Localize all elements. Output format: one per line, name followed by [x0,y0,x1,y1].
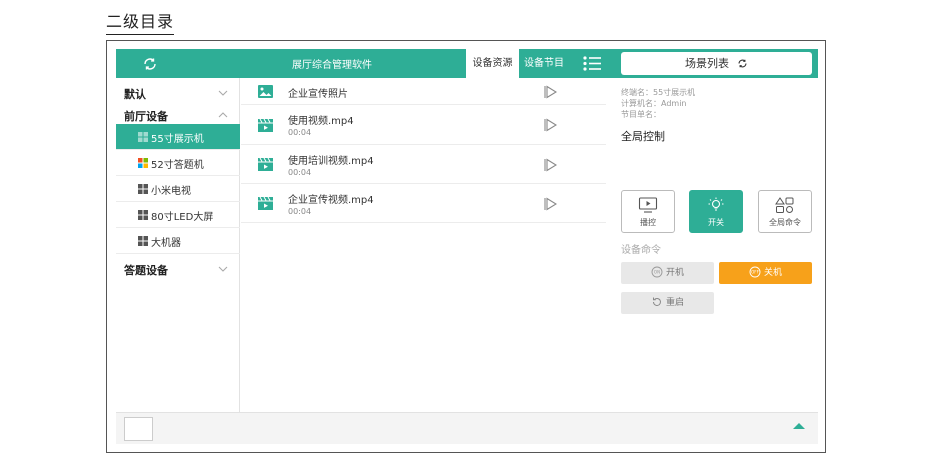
list-item[interactable]: 使用培训视频.mp4 00:04 [241,145,606,184]
sidebar-item-52-answer[interactable]: 52寸答题机 [116,150,240,176]
program-list-name: 节目单名： [621,110,661,119]
tab-device-programs[interactable]: 设备节目 [520,49,568,78]
chevron-up-icon[interactable] [218,111,228,119]
resource-list: 企业宣传照片 使用视频.mp4 00:04 使用培训视频.mp4 00:04 企… [241,78,606,412]
file-duration: 00:04 [288,168,312,177]
global-command-button[interactable]: 全局命令 [758,190,812,233]
triangle-up-icon[interactable] [792,421,806,431]
power-off-icon: OFF [749,266,761,278]
file-name: 企业宣传照片 [288,89,348,100]
device-command-title: 设备命令 [621,245,661,256]
list-item[interactable]: 企业宣传照片 [241,78,606,105]
shapes-icon [775,197,794,213]
scene-list-label: 场景列表 [685,57,729,70]
top-bar: 展厅综合管理软件 设备资源 设备节目 场景列表 [116,49,818,78]
power-off-button[interactable]: OFF 关机 [719,262,812,284]
image-icon [258,85,273,98]
control-label: 播控 [640,218,656,227]
monitor-play-icon [638,197,658,213]
control-label: 全局命令 [769,218,801,227]
control-label: 开关 [708,218,724,227]
group-default[interactable]: 默认 [124,86,146,102]
group-lobby-devices[interactable]: 前厅设备 [124,108,168,124]
restart-button[interactable]: 重启 [621,292,714,314]
device-sidebar: 默认 前厅设备 55寸展示机 52寸答题机 小米电视 80寸LED大屏 大机器 … [116,78,240,412]
sidebar-item-label: 55寸展示机 [151,134,204,145]
sidebar-item-mi-tv[interactable]: 小米电视 [116,176,240,202]
sidebar-item-80-led[interactable]: 80寸LED大屏 [116,202,240,228]
scene-list-button[interactable]: 场景列表 [621,52,812,75]
power-on-button[interactable]: ON 开机 [621,262,714,284]
windows-icon [138,184,148,194]
refresh-icon[interactable] [142,56,158,72]
play-icon[interactable] [543,158,557,172]
svg-text:ON: ON [654,270,660,275]
file-name: 使用视频.mp4 [288,116,354,127]
file-duration: 00:04 [288,128,312,137]
sidebar-item-label: 52寸答题机 [151,160,204,171]
app-frame: 展厅综合管理软件 设备资源 设备节目 场景列表 默认 前厅设备 55寸展示机 5… [106,40,826,453]
windows-icon [138,236,148,246]
bottom-bar [116,412,818,444]
play-icon[interactable] [543,85,557,99]
global-control-title: 全局控制 [621,130,665,143]
list-item[interactable]: 企业宣传视频.mp4 00:04 [241,184,606,223]
command-label: 开机 [665,268,684,278]
svg-text:OFF: OFF [751,270,759,275]
tab-device-resources[interactable]: 设备资源 [466,49,519,78]
sidebar-item-label: 小米电视 [151,186,191,197]
file-name: 使用培训视频.mp4 [288,156,374,167]
sidebar-item-label: 大机器 [151,238,181,249]
video-clapper-icon [258,197,273,210]
power-switch-button[interactable]: 开关 [689,190,743,233]
file-duration: 00:04 [288,207,312,216]
chevron-down-icon[interactable] [218,89,228,97]
lightbulb-icon [708,197,724,211]
group-answer-devices[interactable]: 答题设备 [124,262,168,278]
restart-icon [652,297,661,306]
sidebar-item-label: 80寸LED大屏 [151,212,214,223]
power-on-icon: ON [651,266,663,278]
page-heading: 二级目录 [106,8,175,35]
windows-icon [138,210,148,220]
command-label: 关机 [763,268,782,278]
windows-icon [138,132,148,142]
play-icon[interactable] [543,118,557,132]
app-window: 展厅综合管理软件 设备资源 设备节目 场景列表 默认 前厅设备 55寸展示机 5… [116,49,818,444]
playback-control-button[interactable]: 播控 [621,190,675,233]
list-item[interactable]: 使用视频.mp4 00:04 [241,105,606,145]
terminal-name: 终端名：55寸展示机 [621,88,696,97]
video-clapper-icon [258,158,273,171]
sidebar-item-55-display[interactable]: 55寸展示机 [116,124,240,150]
command-label: 重启 [665,298,684,308]
preview-box[interactable] [124,417,153,441]
app-title: 展厅综合管理软件 [292,60,372,71]
chevron-down-icon[interactable] [218,265,228,273]
windows-icon [138,158,148,168]
play-icon[interactable] [543,197,557,211]
list-menu-icon[interactable] [583,56,601,71]
computer-name: 计算机名：Admin [621,99,687,108]
sidebar-item-big-machine[interactable]: 大机器 [116,228,240,254]
control-panel: 终端名：55寸展示机 计算机名：Admin 节目单名： 全局控制 播控 开关 全… [621,78,818,412]
file-name: 企业宣传视频.mp4 [288,195,374,206]
video-clapper-icon [258,119,273,132]
refresh-icon [738,59,747,68]
